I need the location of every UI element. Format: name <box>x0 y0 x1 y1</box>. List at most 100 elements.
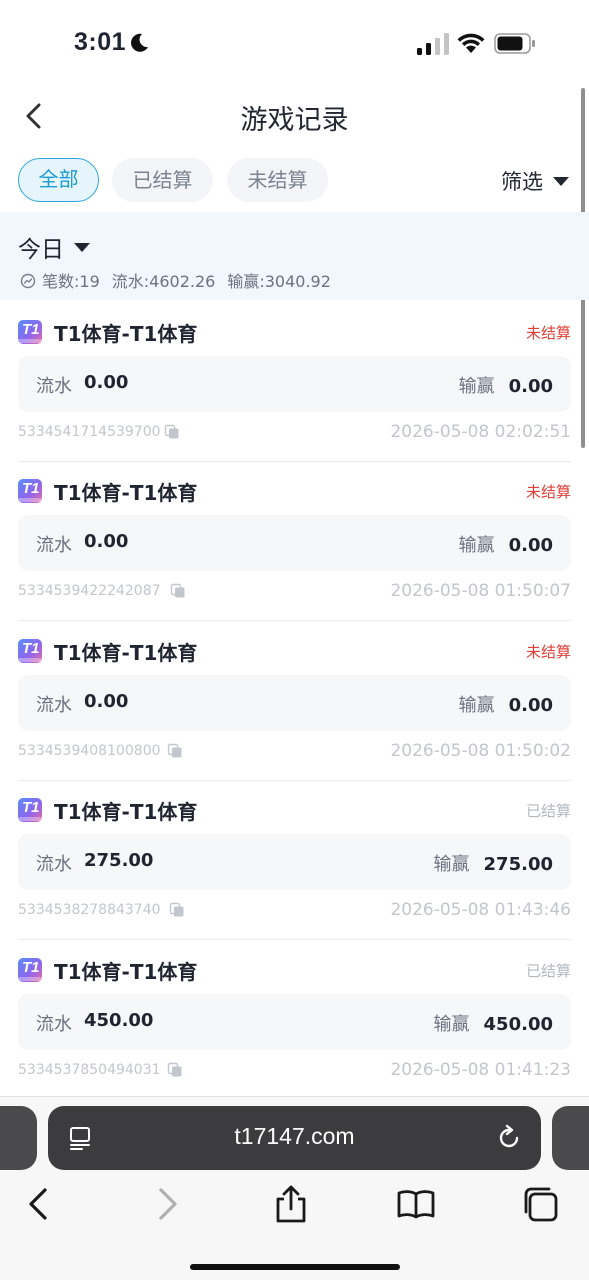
turnover-value: 275.00 <box>84 850 154 871</box>
summary-turnover: 流水:4602.26 <box>111 272 216 291</box>
record-name: T1体育-T1体育 <box>54 481 198 505</box>
record-card[interactable]: T1 T1体育-T1体育 未结算流水 0.00 输赢 0.00 53345394081008… <box>18 621 571 781</box>
address-bar[interactable]: t17147.com <box>48 1106 541 1170</box>
winloss-label: 输赢 <box>433 1014 470 1035</box>
record-card[interactable]: T1 T1体育-T1体育 已结算流水 450.00 输赢 450.00 5334537850… <box>18 940 571 1100</box>
record-time: 2026-05-08 01:50:07 <box>390 581 571 601</box>
turnover-value: 0.00 <box>84 372 129 393</box>
turnover-label: 流水 <box>36 695 72 716</box>
record-time: 2026-05-08 01:50:02 <box>390 741 571 761</box>
record-name: T1体育-T1体育 <box>54 960 198 984</box>
record-name: T1体育-T1体育 <box>54 322 198 346</box>
signal-icon <box>417 33 449 55</box>
record-card[interactable]: T1 T1体育-T1体育 未结算流水 0.00 输赢 0.00 53345417145397… <box>18 302 571 462</box>
record-time: 2026-05-08 01:43:46 <box>390 900 571 920</box>
filter-dropdown[interactable]: 筛选 <box>501 166 569 196</box>
divider <box>0 1096 589 1097</box>
t1-logo-icon: T1 <box>18 798 42 822</box>
record-card[interactable]: T1 T1体育-T1体育 未结算 流水 0.00 输赢 0.00 53345394222420… <box>18 461 571 621</box>
summary-winloss: 输赢:3040.92 <box>227 272 331 291</box>
t1-logo-icon: T1 <box>18 958 42 982</box>
record-id: 5334537850494031 <box>18 1062 161 1078</box>
record-name: T1体育-T1体育 <box>54 641 198 665</box>
moon-icon <box>131 33 148 52</box>
wifi-icon <box>457 33 485 53</box>
record-time: 2026-05-08 01:41:23 <box>390 1060 571 1080</box>
tabs-icon[interactable] <box>521 1184 561 1224</box>
record-id: 5334538278843740 <box>18 902 161 918</box>
record-id: 5334539422242087 <box>18 583 161 599</box>
previous-tab-preview[interactable] <box>0 1106 37 1170</box>
nav-header: 游戏记录 <box>0 88 589 148</box>
tab-settled[interactable]: 已结算 <box>112 158 213 202</box>
turnover-label: 流水 <box>36 854 72 875</box>
status-badge: 未结算 <box>525 483 571 501</box>
winloss-value: 275.00 <box>483 854 553 875</box>
record-time: 2026-05-08 02:02:51 <box>390 422 571 442</box>
record-amounts: 流水 0.00 输赢 0.00 <box>18 675 571 731</box>
status-badge: 已结算 <box>525 962 571 980</box>
status-badge: 已结算 <box>525 802 571 820</box>
t1-logo-icon: T1 <box>18 639 42 663</box>
url-text: t17147.com <box>234 1123 355 1149</box>
chevron-down-icon <box>74 243 90 252</box>
winloss-label: 输赢 <box>458 376 495 397</box>
turnover-value: 0.00 <box>84 531 129 552</box>
record-amounts: 流水 450.00 输赢 450.00 <box>18 994 571 1050</box>
summary-count: 笔数:19 <box>42 272 100 291</box>
winloss-label: 输赢 <box>458 695 495 716</box>
tab-unsettled[interactable]: 未结算 <box>227 158 328 202</box>
turnover-label: 流水 <box>36 1014 72 1035</box>
t1-logo-icon: T1 <box>18 320 42 344</box>
logo-text: T1 <box>22 959 40 976</box>
share-icon[interactable] <box>271 1184 311 1224</box>
record-amounts: 流水 275.00 输赢 275.00 <box>18 834 571 890</box>
turnover-value: 0.00 <box>84 691 129 712</box>
copy-icon[interactable] <box>170 583 186 599</box>
date-selector[interactable]: 今日 <box>18 230 90 264</box>
record-card[interactable]: T1 T1体育-T1体育 已结算流水 275.00 输赢 275.00 5334538278… <box>18 780 571 940</box>
copy-icon[interactable] <box>167 1062 183 1078</box>
record-id: 5334541714539700 <box>18 424 161 440</box>
browser-back-icon[interactable] <box>20 1184 60 1224</box>
status-badge: 未结算 <box>525 643 571 661</box>
logo-text: T1 <box>22 640 40 657</box>
copy-icon[interactable] <box>167 743 183 759</box>
date-label: 今日 <box>18 237 64 263</box>
status-badge: 未结算 <box>525 324 571 342</box>
bookmarks-icon[interactable] <box>396 1184 436 1224</box>
copy-icon[interactable] <box>164 424 180 440</box>
winloss-value: 0.00 <box>508 376 553 397</box>
logo-text: T1 <box>22 480 40 497</box>
logo-text: T1 <box>22 799 40 816</box>
record-amounts: 流水 0.00 输赢 0.00 <box>18 356 571 412</box>
browser-forward-icon[interactable] <box>146 1184 186 1224</box>
record-name: T1体育-T1体育 <box>54 800 198 824</box>
trend-icon <box>20 273 36 288</box>
chevron-down-icon <box>553 176 569 186</box>
summary-stats: 笔数:19 流水:4602.26 输赢:3040.92 <box>20 268 343 292</box>
turnover-value: 450.00 <box>84 1010 154 1031</box>
winloss-label: 输赢 <box>458 535 495 556</box>
winloss-value: 450.00 <box>483 1014 553 1035</box>
page-title: 游戏记录 <box>240 105 349 136</box>
winloss-label: 输赢 <box>433 854 470 875</box>
filter-label: 筛选 <box>501 170 543 194</box>
winloss-value: 0.00 <box>508 535 553 556</box>
date-summary: 今日 笔数:19 流水:4602.26 输赢:3040.92 <box>0 212 589 300</box>
tab-all[interactable]: 全部 <box>18 158 99 202</box>
home-indicator <box>190 1264 400 1270</box>
t1-logo-icon: T1 <box>18 479 42 503</box>
battery-icon <box>494 33 535 54</box>
record-amounts: 流水 0.00 输赢 0.00 <box>18 515 571 571</box>
status-time: 3:01 <box>74 28 127 56</box>
next-tab-preview[interactable] <box>552 1106 589 1170</box>
turnover-label: 流水 <box>36 376 72 397</box>
reload-icon[interactable] <box>495 1124 523 1152</box>
copy-icon[interactable] <box>169 902 185 918</box>
record-id: 5334539408100800 <box>18 743 161 759</box>
logo-text: T1 <box>22 321 40 338</box>
status-bar: 3:01 <box>0 0 589 88</box>
winloss-value: 0.00 <box>508 695 553 716</box>
browser-bar: t17147.com <box>0 1096 589 1280</box>
